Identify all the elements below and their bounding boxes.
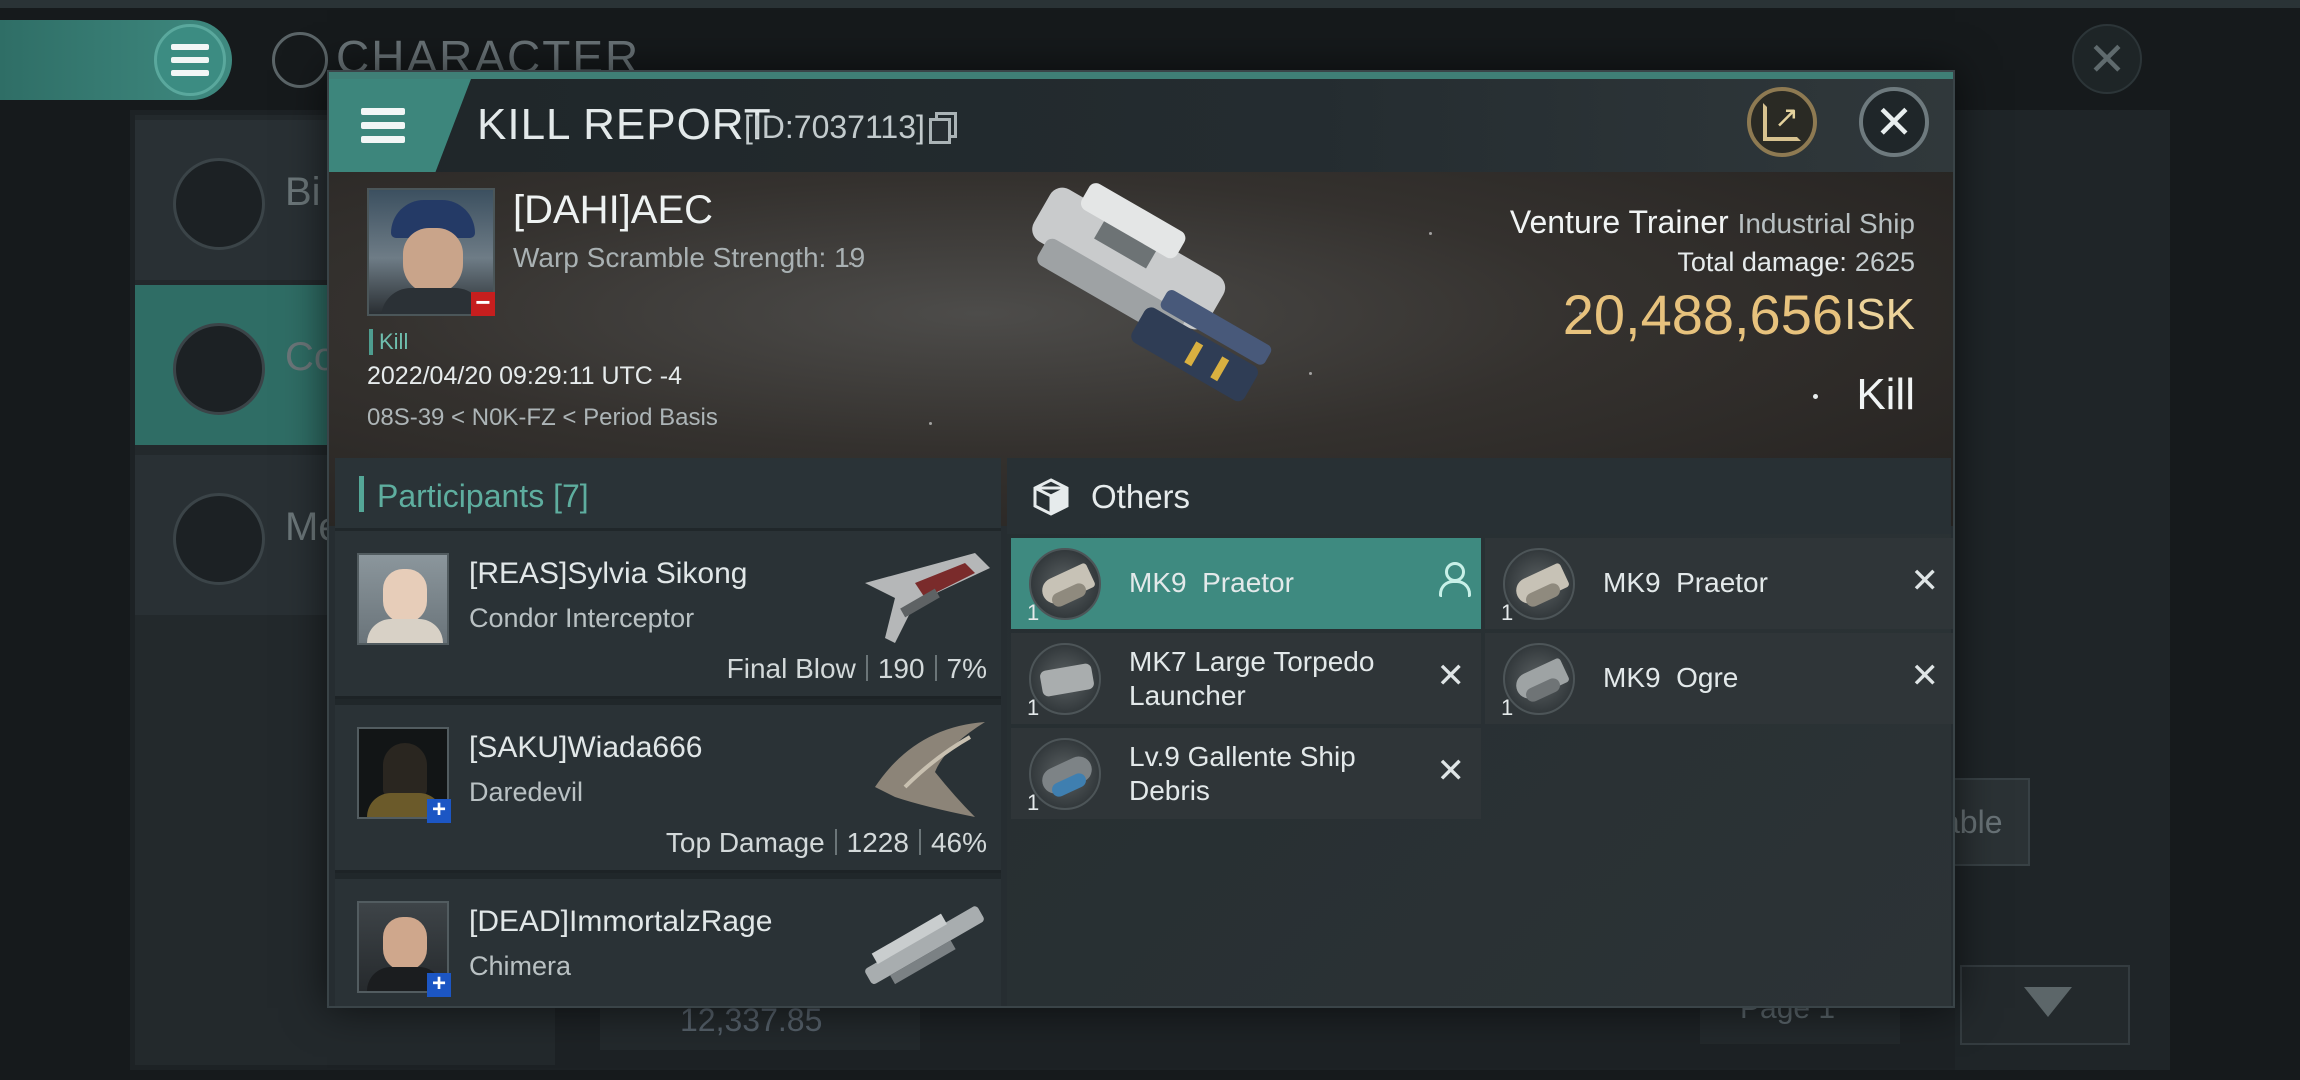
participant-percent: 46% — [930, 827, 987, 858]
item-quantity: 1 — [1027, 695, 1040, 720]
cargo-box-icon — [1033, 478, 1069, 516]
participant-row[interactable]: + [SAKU]Wiada666 Daredevil Top Damage 122… — [335, 705, 1001, 873]
item-name: MK9 Praetor — [1129, 567, 1294, 598]
torpedo-launcher-icon — [1029, 643, 1101, 715]
hamburger-icon — [361, 108, 405, 143]
victim-ship-image — [1032, 183, 1272, 402]
star-badge-icon — [173, 493, 265, 585]
victim-ship-name: Venture Trainer — [1509, 204, 1729, 240]
kill-datetime: 2022/04/20 09:29:11 UTC -4 — [367, 362, 683, 390]
victim-name: [DAHI]AEC — [513, 188, 714, 232]
loot-item[interactable]: 1 MK9 Praetor — [1011, 538, 1481, 629]
item-name: MK7 Large Torpedo Launcher — [1129, 646, 1375, 711]
item-name: MK9 Praetor — [1603, 567, 1768, 598]
participant-stats: Top Damage 1228 46% — [666, 827, 987, 859]
participant-ship-image — [865, 906, 984, 985]
participants-header: Participants [7] — [335, 458, 1001, 528]
participant-ship-image — [875, 722, 985, 817]
participant-stats: Final Blow 190 7% — [727, 653, 987, 685]
close-icon: ✕ — [1874, 96, 1914, 148]
item-quantity: 1 — [1027, 600, 1040, 625]
filter-button[interactable] — [1960, 965, 2130, 1045]
kill-result: Kill — [1856, 370, 1915, 419]
item-quantity: 1 — [1501, 695, 1514, 720]
sidebar-item-label: Bi — [285, 170, 321, 214]
isk-unit: ISK — [1844, 290, 1915, 339]
kill-id: [ID:7037113] — [744, 109, 925, 145]
hamburger-icon — [154, 24, 226, 96]
close-icon[interactable]: ✕ — [1437, 659, 1466, 693]
loot-item[interactable]: 1 Lv.9 Gallente Ship Debris ✕ — [1011, 728, 1481, 819]
others-panel: Others 1 MK9 Praetor 1 MK9 Praetor ✕ 1 M… — [1007, 458, 1953, 1006]
drone-icon — [1503, 643, 1575, 715]
item-quantity: 1 — [1501, 600, 1514, 625]
drone-icon — [1503, 548, 1575, 620]
participant-name: [SAKU]Wiada666 — [469, 731, 703, 764]
participant-ship-image — [865, 553, 990, 643]
participant-ship: Condor Interceptor — [469, 603, 695, 633]
share-button[interactable] — [1747, 87, 1817, 157]
total-damage-label: Total damage: — [1677, 247, 1847, 277]
close-icon[interactable]: ✕ — [1437, 754, 1466, 788]
close-icon: ✕ — [2087, 33, 2127, 85]
participant-name: [DEAD]ImmortalzRage — [469, 905, 773, 938]
crossed-swords-icon — [173, 323, 265, 415]
character-icon — [272, 32, 328, 88]
background-right-panel — [1955, 110, 2170, 1070]
copy-icon[interactable] — [929, 112, 957, 144]
ally-badge: + — [427, 972, 451, 997]
victim-ship: Venture Trainer Industrial Ship — [1510, 204, 1915, 241]
close-button[interactable]: ✕ — [1859, 87, 1929, 157]
ship-debris-icon — [1029, 738, 1101, 810]
participant-row[interactable]: [REAS]Sylvia Sikong Condor Interceptor F… — [335, 531, 1001, 699]
others-title: Others — [1091, 478, 1191, 515]
close-icon[interactable]: ✕ — [1911, 659, 1940, 693]
ally-badge: + — [427, 798, 451, 823]
result-dot — [1813, 394, 1818, 399]
kill-location: 08S-39 < N0K-FZ < Period Basis — [367, 404, 718, 431]
top-status-bar — [0, 0, 2300, 8]
participant-row[interactable]: + [DEAD]ImmortalzRage Chimera — [335, 879, 1001, 1006]
window-accent-line — [329, 72, 1953, 79]
hamburger-icon — [173, 158, 265, 250]
window-title: KILL REPORT — [477, 100, 772, 149]
participants-title: Participants [7] — [377, 478, 589, 514]
participant-name: [REAS]Sylvia Sikong — [469, 557, 748, 590]
item-quantity: 1 — [1027, 790, 1040, 815]
item-name: MK9 Ogre — [1603, 662, 1739, 693]
loot-item[interactable]: 1 MK9 Ogre ✕ — [1485, 633, 1953, 724]
loot-item[interactable]: 1 MK9 Praetor ✕ — [1485, 538, 1953, 629]
kill-report-window: KILL REPORT [ID:7037113] ✕ − [DAHI]AEC W… — [327, 70, 1955, 1008]
total-damage: Total damage: 2625 — [1677, 247, 1915, 278]
participant-percent: 7% — [946, 653, 987, 684]
participant-ship: Chimera — [469, 951, 572, 981]
loot-item[interactable]: 1 MK7 Large Torpedo Launcher ✕ — [1011, 633, 1481, 724]
background-close-button[interactable]: ✕ — [2072, 24, 2142, 94]
main-menu-button[interactable] — [0, 20, 232, 100]
participant-stat-label: Top Damage — [665, 827, 825, 858]
participant-damage: 1228 — [846, 827, 909, 858]
kill-tag: Kill — [369, 329, 408, 355]
participant-ship: Daredevil — [469, 777, 584, 807]
others-header: Others — [1007, 458, 1951, 534]
close-icon[interactable]: ✕ — [1911, 564, 1940, 598]
participant-stat-label: Final Blow — [726, 653, 856, 684]
total-damage-value: 2625 — [1854, 247, 1915, 277]
participant-avatar[interactable] — [357, 553, 449, 645]
item-name: Lv.9 Gallente Ship Debris — [1129, 741, 1356, 806]
drone-icon — [1029, 548, 1101, 620]
participants-panel: Participants [7] [REAS]Sylvia Sikong Con… — [335, 458, 1001, 1006]
participant-damage: 190 — [877, 653, 925, 684]
isk-value: 20,488,656 — [1562, 283, 1843, 346]
victim-ship-class: Industrial Ship — [1737, 208, 1915, 239]
hostile-badge: − — [471, 289, 495, 316]
warp-scramble-strength: Warp Scramble Strength: 19 — [513, 242, 866, 273]
person-icon[interactable] — [1437, 562, 1471, 598]
